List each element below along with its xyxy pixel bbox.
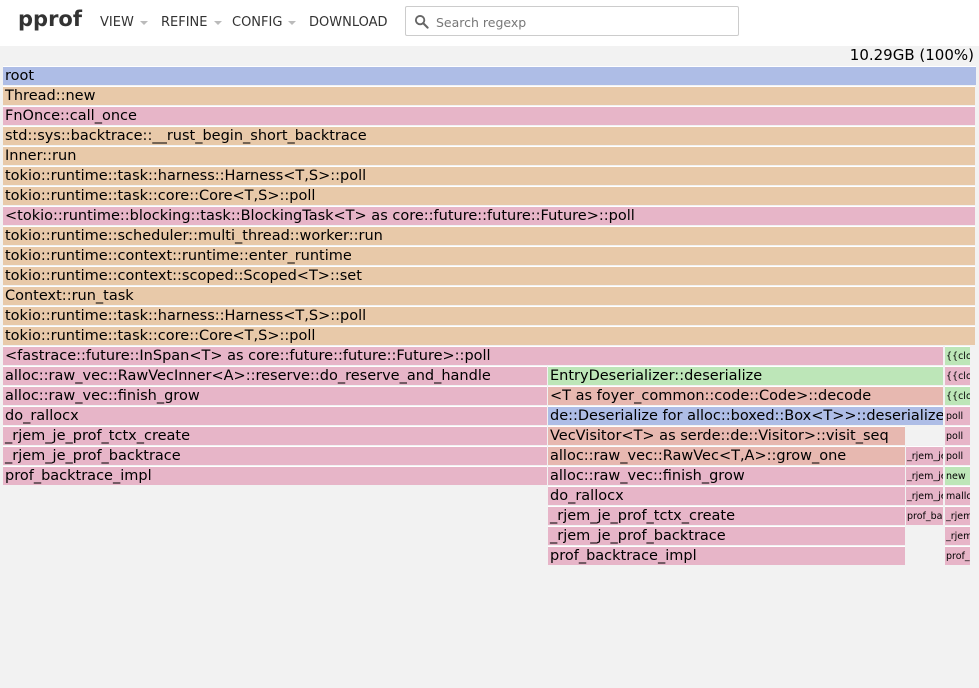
flame-frame[interactable]: _rjem_je_prof_backtrace: [906, 466, 943, 485]
flame-frame[interactable]: <T as foyer_common::code::Code>::decode: [548, 386, 943, 405]
flame-frame[interactable]: root: [3, 66, 976, 85]
flame-frame[interactable]: alloc::raw_vec::finish_grow: [3, 386, 547, 405]
flame-frame[interactable]: do_rallocx: [548, 486, 905, 505]
flame-frame[interactable]: poll: [945, 426, 970, 445]
flame-frame[interactable]: alloc::raw_vec::finish_grow: [548, 466, 905, 485]
flame-frame[interactable]: Thread::new: [3, 86, 975, 105]
flame-frame[interactable]: EntryDeserializer::deserialize: [548, 366, 943, 385]
flame-frame[interactable]: _rjem_je_prof_backtrace: [3, 446, 547, 465]
flame-frame[interactable]: FnOnce::call_once: [3, 106, 975, 125]
flame-frame[interactable]: tokio::runtime::context::runtime::enter_…: [3, 246, 975, 265]
flame-frame[interactable]: _rjem_je_prof_tctx_create: [3, 426, 547, 445]
flame-frame[interactable]: Inner::run: [3, 146, 975, 165]
flame-frame[interactable]: prof_backtrace_impl: [548, 546, 905, 565]
flame-frame[interactable]: _rjem_je_prof_backtrace: [945, 526, 970, 545]
flame-frame[interactable]: tokio::runtime::task::core::Core<T,S>::p…: [3, 186, 975, 205]
flame-frame[interactable]: VecVisitor<T> as serde::de::Visitor>::vi…: [548, 426, 905, 445]
flame-frame[interactable]: _rjem_je_prof_tctx_create: [945, 506, 970, 525]
flame-frame[interactable]: poll: [945, 446, 970, 465]
flame-frame[interactable]: poll: [945, 406, 970, 425]
flame-frame[interactable]: _rjem_je_prof_backtrace: [548, 526, 905, 545]
flame-frame[interactable]: do_rallocx: [3, 406, 547, 425]
flame-frame[interactable]: tokio::runtime::context::scoped::Scoped<…: [3, 266, 975, 285]
flame-frame[interactable]: <fastrace::future::InSpan<T> as core::fu…: [3, 346, 943, 365]
flame-frame[interactable]: new: [945, 466, 970, 485]
flame-frame[interactable]: prof_backtrace_impl: [3, 466, 547, 485]
flame-frame[interactable]: {{closure}}: [945, 346, 970, 365]
flame-frame[interactable]: alloc::raw_vec::RawVecInner<A>::reserve:…: [3, 366, 547, 385]
flame-frame[interactable]: {{closure}}: [945, 366, 970, 385]
flame-frame[interactable]: tokio::runtime::scheduler::multi_thread:…: [3, 226, 975, 245]
flame-frame[interactable]: prof_backtrace_impl: [906, 506, 943, 525]
flame-frame[interactable]: tokio::runtime::task::harness::Harness<T…: [3, 306, 975, 325]
flame-frame[interactable]: _rjem_je_prof_backtrace: [906, 486, 943, 505]
flame-frame[interactable]: prof_backtrace_impl: [945, 546, 970, 565]
flame-graph: root Thread::new FnOnce::call_once std::sys…: [0, 0, 979, 688]
flame-frame[interactable]: tokio::runtime::task::core::Core<T,S>::p…: [3, 326, 975, 345]
flame-frame[interactable]: tokio::runtime::task::harness::Harness<T…: [3, 166, 975, 185]
flame-frame[interactable]: de::Deserialize for alloc::boxed::Box<T>…: [548, 406, 943, 425]
flame-frame[interactable]: _rjem_je_prof_tctx_create: [548, 506, 905, 525]
flame-frame[interactable]: std::sys::backtrace::__rust_begin_short_…: [3, 126, 975, 145]
flame-frame[interactable]: <tokio::runtime::blocking::task::Blockin…: [3, 206, 975, 225]
flame-frame[interactable]: _rjem_je_prof_tctx_create: [906, 446, 943, 465]
flame-frame[interactable]: malloc: [945, 486, 970, 505]
flame-frame[interactable]: {{closure}}: [945, 386, 970, 405]
flame-frame[interactable]: Context::run_task: [3, 286, 975, 305]
flame-frame[interactable]: alloc::raw_vec::RawVec<T,A>::grow_one: [548, 446, 905, 465]
